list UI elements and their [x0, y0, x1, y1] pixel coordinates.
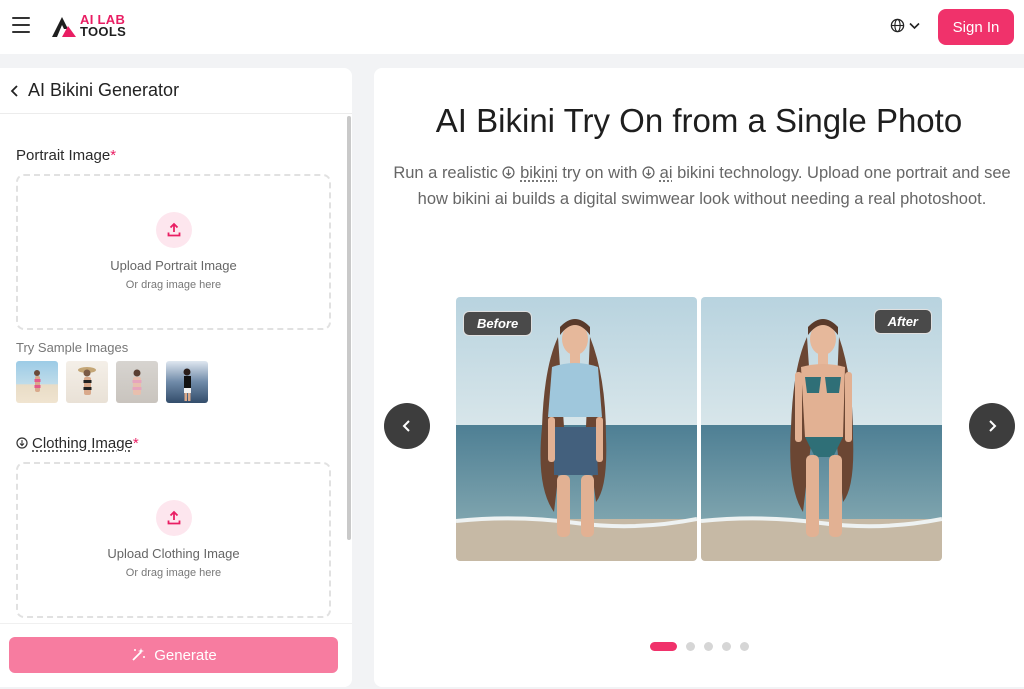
upload-icon — [155, 212, 192, 248]
hero-text: try on with — [562, 164, 638, 182]
required-mark: * — [110, 147, 117, 164]
portrait-dropzone[interactable]: Upload Portrait Image Or drag image here — [16, 174, 331, 330]
sign-in-button[interactable]: Sign In — [938, 9, 1014, 45]
panel-header: AI Bikini Generator — [0, 68, 352, 114]
carousel-dot-active[interactable] — [650, 642, 677, 651]
showcase-panel: AI Bikini Try On from a Single Photo Run… — [374, 68, 1024, 687]
back-chevron-icon[interactable] — [8, 84, 22, 98]
sample-images — [16, 361, 208, 403]
ai-link[interactable]: ai — [660, 164, 673, 182]
logo-mark-icon — [52, 17, 76, 37]
plus-circle-icon — [502, 166, 516, 179]
portrait-label: Portrait Image* — [16, 147, 116, 164]
before-tag: Before — [463, 311, 533, 336]
after-tag: After — [873, 309, 932, 334]
chevron-down-icon — [909, 22, 920, 29]
drag-hint: Or drag image here — [125, 279, 222, 291]
generate-button[interactable]: Generate — [9, 637, 338, 673]
logo[interactable]: AI LAB TOOLS — [50, 13, 126, 39]
before-image: Before — [456, 297, 697, 561]
next-slide-button[interactable] — [969, 403, 1015, 449]
bikini-link[interactable]: bikini — [520, 164, 558, 182]
drag-hint: Or drag image here — [125, 567, 222, 579]
samples-label: Try Sample Images — [16, 340, 129, 355]
sample-image-4[interactable] — [166, 361, 208, 403]
carousel-dot[interactable] — [686, 642, 695, 651]
carousel-dot[interactable] — [740, 642, 749, 651]
carousel-dots — [650, 642, 749, 651]
sample-image-2[interactable] — [66, 361, 108, 403]
generate-bar: Generate — [0, 623, 352, 687]
language-selector[interactable] — [890, 18, 920, 33]
upload-clothing-text: Upload Clothing Image — [107, 546, 240, 561]
generator-panel: AI Bikini Generator Portrait Image* Uplo… — [0, 68, 352, 687]
clothing-dropzone[interactable]: Upload Clothing Image Or drag image here — [16, 462, 331, 618]
upload-portrait-text: Upload Portrait Image — [110, 258, 237, 273]
chevron-right-icon — [989, 420, 997, 432]
clothing-label-text: Clothing Image — [32, 435, 133, 452]
menu-icon[interactable] — [12, 17, 30, 33]
plus-circle-icon — [16, 437, 28, 449]
scrollbar[interactable] — [347, 116, 351, 540]
carousel-dot[interactable] — [704, 642, 713, 651]
upload-icon — [155, 500, 192, 536]
logo-line2: TOOLS — [80, 24, 127, 39]
hero-description: Run a realistic bikini try on with ai bi… — [382, 160, 1022, 212]
carousel-dot[interactable] — [722, 642, 731, 651]
prev-slide-button[interactable] — [384, 403, 430, 449]
globe-icon — [890, 18, 905, 33]
after-image: After — [701, 297, 942, 561]
panel-title: AI Bikini Generator — [28, 80, 180, 100]
chevron-left-icon — [402, 420, 410, 432]
clothing-label: Clothing Image* — [16, 435, 139, 452]
required-mark: * — [132, 435, 139, 452]
hero-title: AI Bikini Try On from a Single Photo — [435, 102, 963, 139]
portrait-label-text: Portrait Image — [16, 147, 111, 164]
magic-wand-icon — [132, 648, 146, 661]
sample-image-1[interactable] — [16, 361, 58, 403]
hero-text: Run a realistic — [393, 164, 498, 182]
top-header: AI LAB TOOLS Sign In — [0, 0, 1024, 54]
sample-image-3[interactable] — [116, 361, 158, 403]
generate-label: Generate — [154, 646, 217, 664]
plus-circle-icon — [642, 166, 655, 179]
form-scroll-area[interactable]: Portrait Image* Upload Portrait Image Or… — [0, 115, 352, 623]
